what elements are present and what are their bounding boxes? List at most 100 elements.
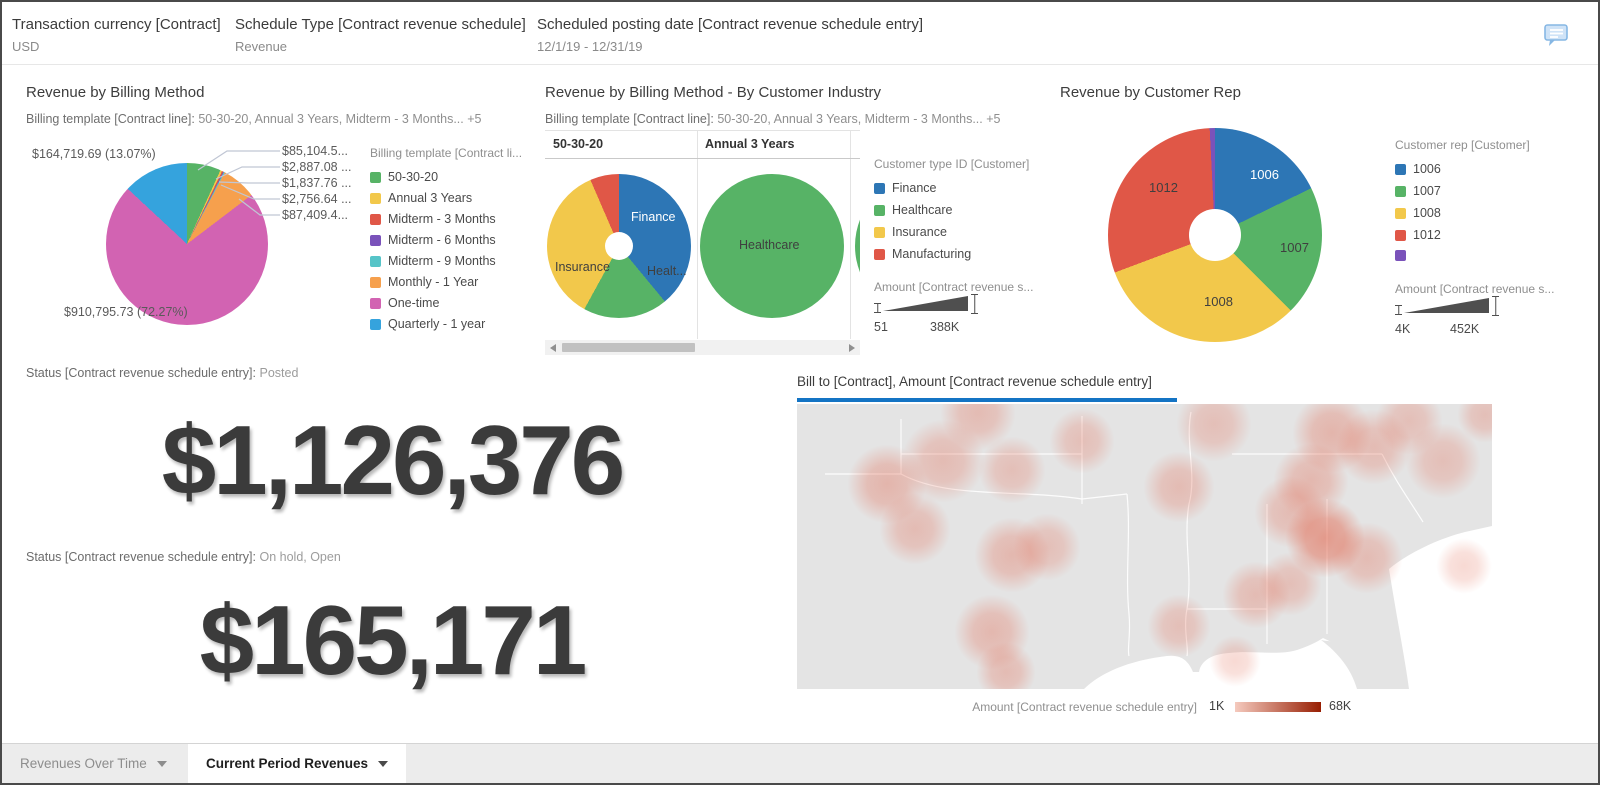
tab-current-period-revenues[interactable]: Current Period Revenues	[188, 744, 406, 783]
industry-pie-partial[interactable]	[855, 174, 860, 318]
scrollbar-thumb[interactable]	[562, 343, 695, 352]
legend-item[interactable]: Quarterly - 1 year	[370, 317, 485, 331]
kpi-status-label: Status [Contract revenue schedule entry]…	[26, 550, 256, 564]
legend-swatch	[370, 235, 381, 246]
column-divider	[850, 131, 851, 339]
legend-swatch	[874, 205, 885, 216]
filter-posting-date[interactable]: Scheduled posting date [Contract revenue…	[537, 16, 923, 54]
legend-item[interactable]: 50-30-20	[370, 170, 438, 184]
pie-label-monthly: $87,409.4...	[282, 208, 348, 222]
legend-item[interactable]: Manufacturing	[874, 247, 971, 261]
legend-item[interactable]: Midterm - 6 Months	[370, 233, 496, 247]
filter-label: Transaction currency [Contract]	[12, 16, 221, 33]
pie-label-midterm9: $2,756.64 ...	[282, 192, 352, 206]
filter-schedule-type[interactable]: Schedule Type [Contract revenue schedule…	[235, 16, 526, 54]
pie-label-midterm3: $2,887.08 ...	[282, 160, 352, 174]
kpi-status-value: Posted	[259, 366, 298, 380]
kpi-status-label: Status [Contract revenue schedule entry]…	[26, 366, 256, 380]
heat-gradient-bar	[1235, 702, 1321, 712]
filter-label: Scheduled posting date [Contract revenue…	[537, 16, 923, 33]
legend-item[interactable]: Healthcare	[874, 203, 952, 217]
header-underline	[545, 158, 860, 159]
legend-item[interactable]: Midterm - 9 Months	[370, 254, 496, 268]
legend-swatch	[370, 256, 381, 267]
legend-swatch	[1395, 164, 1406, 175]
kpi-status-value: On hold, Open	[259, 550, 340, 564]
slice-label-1008: 1008	[1204, 294, 1233, 309]
small-multiples-box: 50-30-20 Annual 3 Years	[545, 130, 860, 355]
comment-icon[interactable]	[1542, 22, 1570, 48]
scroll-right-icon[interactable]	[849, 344, 855, 352]
legend-item[interactable]	[1395, 250, 1413, 261]
size-legend-min: 4K	[1395, 322, 1410, 336]
legend-swatch	[370, 214, 381, 225]
slice-label-insurance: Insurance	[555, 260, 610, 274]
slice-label-finance: Finance	[631, 210, 675, 224]
legend-swatch	[874, 183, 885, 194]
legend-title: Customer type ID [Customer]	[874, 157, 1029, 171]
legend-item[interactable]: 1006	[1395, 162, 1441, 176]
kpi-posted-amount: $1,126,376	[42, 404, 742, 517]
scroll-left-icon[interactable]	[550, 344, 556, 352]
size-legend-min-bar	[874, 303, 881, 313]
legend-item[interactable]: Insurance	[874, 225, 947, 239]
legend-swatch	[874, 249, 885, 260]
subtitle-values: 50-30-20, Annual 3 Years, Midterm - 3 Mo…	[198, 112, 481, 126]
legend-item[interactable]: 1008	[1395, 206, 1441, 220]
size-legend-title: Amount [Contract revenue s...	[1395, 282, 1554, 296]
legend-swatch	[1395, 186, 1406, 197]
slice-label-healthcare-full: Healthcare	[739, 238, 799, 252]
size-legend-max: 388K	[930, 320, 959, 334]
size-legend-min: 51	[874, 320, 888, 334]
panel-subtitle: Billing template [Contract line]: 50-30-…	[26, 112, 481, 126]
legend-swatch	[874, 227, 885, 238]
legend-item[interactable]: 1012	[1395, 228, 1441, 242]
heat-blob-layer	[797, 404, 1492, 689]
filter-value: USD	[12, 39, 221, 54]
legend-swatch	[1395, 250, 1406, 261]
legend-item[interactable]: One-time	[370, 296, 439, 310]
tab-label: Current Period Revenues	[206, 756, 368, 771]
panel-subtitle: Billing template [Contract line]: 50-30-…	[545, 112, 1000, 126]
subtitle-field: Billing template [Contract line]:	[545, 112, 714, 126]
legend-swatch	[1395, 208, 1406, 219]
slice-label-1007: 1007	[1280, 240, 1309, 255]
pie-label-midterm6: $1,837.76 ...	[282, 176, 352, 190]
legend-swatch	[370, 277, 381, 288]
column-header: Annual 3 Years	[705, 137, 794, 151]
caret-down-icon[interactable]	[378, 761, 388, 767]
size-legend-wedge	[1404, 298, 1489, 313]
sheet-tab-bar: Revenues Over Time Current Period Revenu…	[2, 743, 1598, 783]
donut-hole	[1189, 209, 1241, 261]
legend-item[interactable]: Monthly - 1 Year	[370, 275, 478, 289]
horizontal-scrollbar[interactable]	[545, 340, 860, 355]
slice-label-healthcare: Healt...	[647, 264, 687, 278]
size-legend-max-bar	[1492, 296, 1499, 316]
legend-item[interactable]: 1007	[1395, 184, 1441, 198]
legend-swatch	[370, 298, 381, 309]
legend-title: Customer rep [Customer]	[1395, 138, 1530, 152]
slice-label-1006: 1006	[1250, 167, 1279, 182]
filter-transaction-currency[interactable]: Transaction currency [Contract] USD	[12, 16, 221, 54]
legend-swatch	[1395, 230, 1406, 241]
slice-label-1012: 1012	[1149, 180, 1178, 195]
legend-item[interactable]: Annual 3 Years	[370, 191, 472, 205]
subtitle-field: Billing template [Contract line]:	[26, 112, 195, 126]
size-legend-max-bar	[971, 294, 978, 314]
heat-map[interactable]	[797, 404, 1492, 689]
legend-title: Billing template [Contract li...	[370, 146, 522, 160]
pie-label-quarterly: $164,719.69 (13.07%)	[32, 147, 156, 161]
map-legend-label: Amount [Contract revenue schedule entry]	[932, 700, 1197, 714]
legend-item[interactable]: Midterm - 3 Months	[370, 212, 496, 226]
legend-item[interactable]: Finance	[874, 181, 936, 195]
size-legend-max: 452K	[1450, 322, 1479, 336]
legend-swatch	[370, 172, 381, 183]
size-legend-wedge	[883, 296, 968, 311]
size-legend-min-bar	[1395, 305, 1402, 315]
tab-revenues-over-time[interactable]: Revenues Over Time	[2, 744, 185, 783]
column-header: 50-30-20	[553, 137, 603, 151]
caret-down-icon[interactable]	[157, 761, 167, 767]
donut-hole	[605, 232, 633, 260]
map-title: Bill to [Contract], Amount [Contract rev…	[797, 374, 1152, 389]
kpi-status-line: Status [Contract revenue schedule entry]…	[26, 550, 341, 564]
